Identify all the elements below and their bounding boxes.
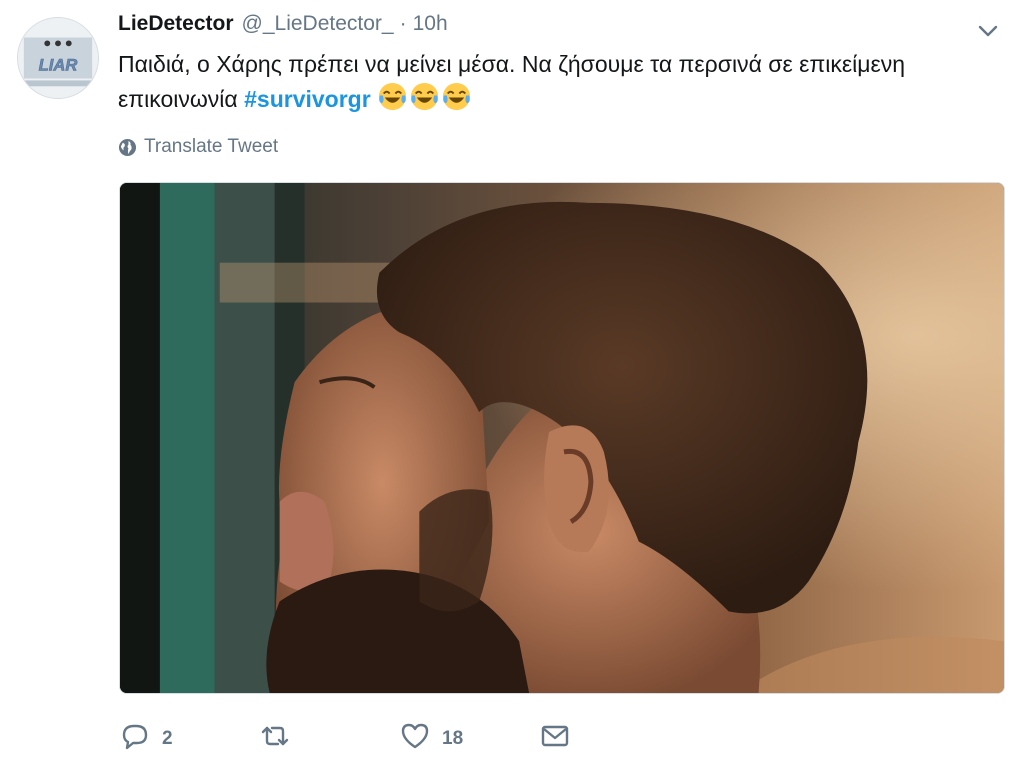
envelope-icon xyxy=(541,725,569,747)
tweet-media-video[interactable] xyxy=(119,182,1005,694)
svg-text:LIAR: LIAR xyxy=(39,56,78,75)
separator-dot: · xyxy=(399,12,407,35)
retweet-button[interactable] xyxy=(260,718,302,754)
tweet: LIAR LieDetector @_LieDetector_ · 10h Πα… xyxy=(0,0,1024,768)
user-handle[interactable]: @_LieDetector_ xyxy=(242,12,394,36)
translate-label: Translate Tweet xyxy=(144,136,279,157)
reply-button[interactable]: 2 xyxy=(120,718,173,754)
hashtag-link[interactable]: #survivorgr xyxy=(244,86,371,112)
retweet-icon xyxy=(261,726,289,746)
tweet-actions: 2 18 xyxy=(118,718,598,754)
heart-icon xyxy=(401,723,429,749)
more-options-caret-icon[interactable] xyxy=(975,18,1001,44)
tweet-text-body: Παιδιά, ο Χάρης πρέπει να μείνει μέσα. Ν… xyxy=(118,51,905,112)
display-name[interactable]: LieDetector xyxy=(118,12,234,36)
avatar[interactable]: LIAR xyxy=(17,17,99,99)
like-button[interactable]: 18 xyxy=(400,718,463,754)
like-count: 18 xyxy=(442,728,464,749)
direct-message-button[interactable] xyxy=(540,718,570,754)
tears-of-joy-emoji-icon xyxy=(442,82,470,111)
tears-of-joy-emoji-icon xyxy=(378,82,406,111)
emoji-group xyxy=(377,81,472,112)
globe-icon xyxy=(118,138,137,156)
tears-of-joy-emoji-icon xyxy=(410,82,438,111)
reply-icon xyxy=(122,724,148,750)
liar-logo-icon: LIAR xyxy=(18,18,98,98)
tweet-text: Παιδιά, ο Χάρης πρέπει να μείνει μέσα. Ν… xyxy=(118,47,998,116)
video-still-image xyxy=(120,183,1004,693)
translate-tweet-link[interactable]: Translate Tweet xyxy=(118,134,278,160)
timestamp[interactable]: 10h xyxy=(413,12,448,36)
reply-count: 2 xyxy=(162,728,173,749)
tweet-header: LieDetector @_LieDetector_ · 10h xyxy=(118,12,448,44)
